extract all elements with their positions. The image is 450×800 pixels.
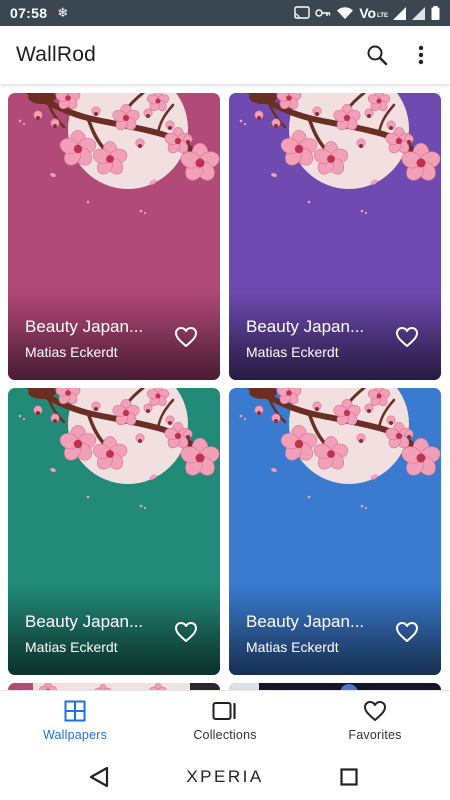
- search-button[interactable]: [364, 42, 390, 68]
- key-icon: [315, 9, 331, 17]
- favorite-button[interactable]: [394, 619, 420, 645]
- wallpaper-author: Matias Eckerdt: [246, 344, 339, 360]
- volte-text: Vo: [359, 5, 377, 21]
- cast-icon: [294, 6, 310, 19]
- nav-collections-label: Collections: [193, 728, 257, 742]
- wallpaper-title: Beauty Japan...: [25, 317, 144, 336]
- wallpaper-thumbnail: [8, 683, 220, 690]
- snowflake-icon: ❄: [57, 5, 69, 20]
- overflow-menu-button[interactable]: [408, 42, 434, 68]
- volte-sub: LTE: [377, 13, 388, 19]
- wallpaper-author: Matias Eckerdt: [25, 344, 118, 360]
- back-triangle-icon[interactable]: [88, 766, 110, 788]
- wifi-icon: [337, 7, 354, 19]
- favorite-button[interactable]: [394, 324, 420, 350]
- bottom-navigation: Wallpapers Collections Favorites: [0, 690, 450, 756]
- nav-favorites-label: Favorites: [348, 728, 402, 742]
- nav-favorites[interactable]: Favorites: [300, 691, 450, 756]
- heart-icon: [364, 701, 386, 721]
- status-icons: Vo LTE: [294, 6, 440, 20]
- collections-icon: [212, 702, 236, 720]
- app-screen: 07:58 ❄ Vo LTE WallRod Beauty Japan... M…: [0, 0, 450, 800]
- wallpaper-title: Beauty Japan...: [246, 317, 365, 336]
- heart-icon: [175, 327, 197, 347]
- wallpaper-grid[interactable]: Beauty Japan... Matias Eckerdt Beauty Japa…: [0, 84, 450, 690]
- heart-icon: [175, 622, 197, 642]
- app-title: WallRod: [16, 43, 96, 66]
- heart-icon: [396, 622, 418, 642]
- battery-icon: [431, 6, 440, 20]
- app-actions: [364, 42, 434, 68]
- status-time: 07:58: [10, 5, 48, 21]
- recents-square-icon[interactable]: [340, 768, 358, 786]
- nav-wallpapers[interactable]: Wallpapers: [0, 691, 150, 756]
- nav-collections[interactable]: Collections: [150, 691, 300, 756]
- wallpaper-author: Matias Eckerdt: [25, 639, 118, 655]
- wallpaper-title: Beauty Japan...: [25, 612, 144, 631]
- favorite-button[interactable]: [173, 619, 199, 645]
- wallpaper-card-partial[interactable]: [8, 683, 220, 690]
- search-icon: [367, 45, 388, 66]
- wallpaper-author: Matias Eckerdt: [246, 639, 339, 655]
- wallpaper-card-partial[interactable]: [229, 683, 441, 690]
- volte-icon: Vo LTE: [359, 6, 388, 20]
- grid-icon: [64, 700, 86, 722]
- nav-wallpapers-label: Wallpapers: [42, 728, 108, 742]
- signal-icon: [412, 6, 425, 20]
- brand-logo: XPERIA: [186, 767, 264, 786]
- wallpaper-title: Beauty Japan...: [246, 612, 365, 631]
- wallpaper-card[interactable]: Beauty Japan... Matias Eckerdt: [229, 388, 441, 675]
- system-navigation-bar: XPERIA: [0, 756, 450, 800]
- wallpaper-card[interactable]: Beauty Japan... Matias Eckerdt: [8, 93, 220, 380]
- wallpaper-thumbnail: [229, 683, 441, 690]
- signal-icon: [393, 6, 406, 20]
- status-bar: 07:58 ❄ Vo LTE: [0, 0, 450, 26]
- wallpaper-card[interactable]: Beauty Japan... Matias Eckerdt: [8, 388, 220, 675]
- heart-icon: [396, 327, 418, 347]
- favorite-button[interactable]: [173, 324, 199, 350]
- app-bar: WallRod: [0, 26, 450, 84]
- more-vert-icon: [418, 45, 424, 65]
- wallpaper-card[interactable]: Beauty Japan... Matias Eckerdt: [229, 93, 441, 380]
